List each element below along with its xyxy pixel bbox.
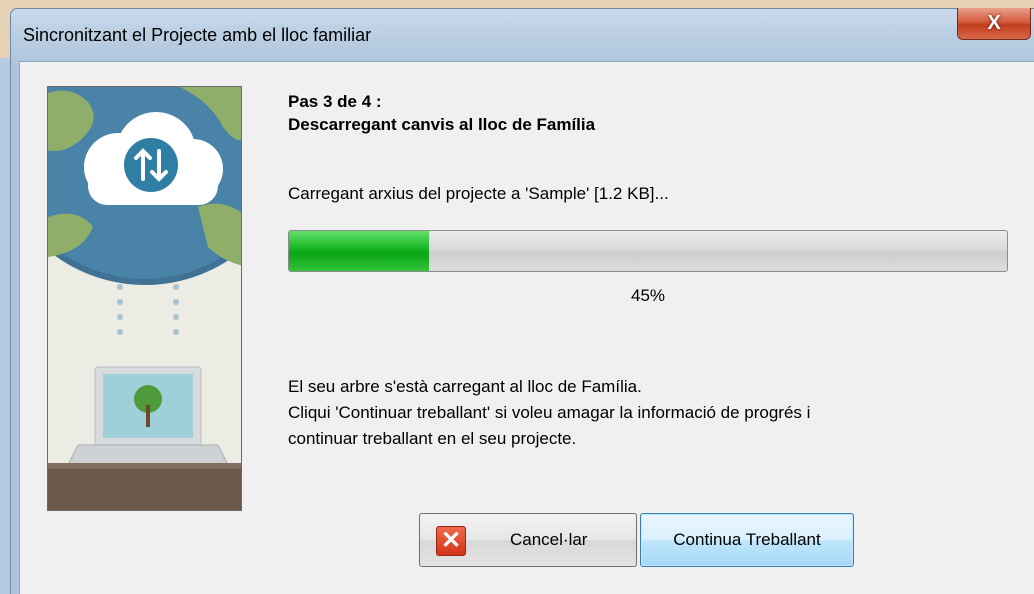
close-x-icon: ✕ [436,526,466,556]
status-text: Carregant arxius del projecte a 'Sample'… [288,184,669,203]
step-heading: Pas 3 de 4 : Descarregant canvis al lloc… [288,90,595,136]
sync-illustration [47,86,242,511]
progress-percent: 45% [630,286,666,305]
info-line-1: El seu arbre s'està carregant al lloc de… [288,377,642,396]
progress-bar [288,230,1008,272]
title-bar[interactable]: Sincronitzant el Projecte amb el lloc fa… [11,8,1034,61]
step-description: Descarregant canvis al lloc de Família [288,115,596,134]
close-button[interactable]: X [957,8,1031,40]
info-text: El seu arbre s'està carregant al lloc de… [288,374,810,452]
progress-fill [289,231,429,271]
info-line-2: Cliqui 'Continuar treballant' si voleu a… [288,403,811,422]
continue-working-button[interactable]: Continua Treballant [640,513,854,567]
info-line-3: continuar treballant en el seu projecte. [288,429,577,448]
cancel-button-label: Cancel·lar [510,530,588,549]
cancel-button[interactable]: ✕ Cancel·lar [419,513,637,567]
window-title: Sincronitzant el Projecte amb el lloc fa… [23,25,372,45]
dialog-body: Pas 3 de 4 : Descarregant canvis al lloc… [19,61,1034,594]
continue-button-label: Continua Treballant [673,530,821,549]
step-counter: Pas 3 de 4 : [288,92,382,111]
close-icon: X [987,12,1001,34]
sync-dialog: Sincronitzant el Projecte amb el lloc fa… [10,8,1034,594]
window-left-edge [0,58,10,594]
